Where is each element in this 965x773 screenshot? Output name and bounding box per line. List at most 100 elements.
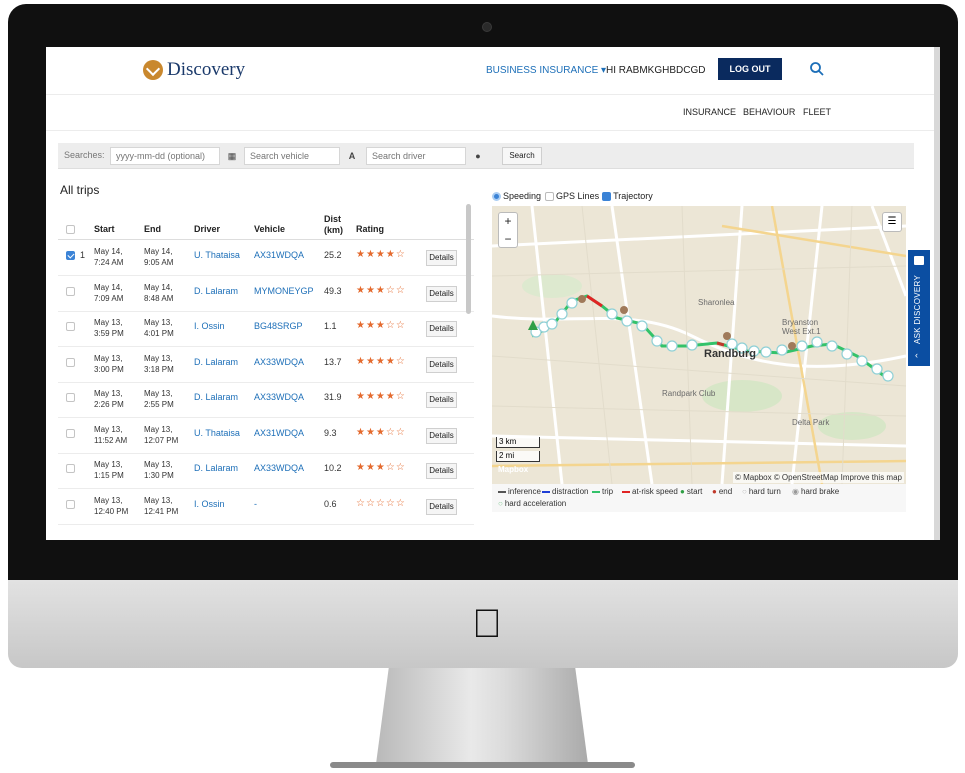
trajectory-checkbox[interactable] [602,191,612,201]
trip-end: May 13, 4:01 PM [144,318,174,338]
vehicle-link[interactable]: AX31WDQA [254,428,304,439]
speeding-label: Speeding [503,191,542,201]
search-label: Searches: [64,150,105,160]
driver-link[interactable]: D. Lalaram [194,357,238,368]
date-input[interactable] [110,147,220,165]
driver-icon[interactable]: ● [468,147,488,165]
driver-link[interactable]: I. Ossin [194,321,225,332]
legend-hard-turn: ○ hard turn [742,487,781,496]
scale-km: 3 km [496,437,540,448]
table-scrollbar[interactable] [466,204,471,314]
trip-rating: ★★★★☆ [356,249,406,260]
details-button[interactable]: Details [426,427,457,444]
trip-end: May 13, 3:18 PM [144,353,174,374]
trip-start: May 13, 3:00 PM [94,353,124,374]
gps-lines-checkbox[interactable] [545,191,555,201]
vehicle-search-input[interactable] [244,147,340,165]
select-all-checkbox[interactable] [66,225,75,234]
driver-link[interactable]: I. Ossin [194,499,225,510]
map-label-sharonlea: Sharonlea [698,298,735,307]
row-checkbox[interactable] [66,428,75,438]
col-dist[interactable]: Dist (km) [324,214,350,236]
col-vehicle[interactable]: Vehicle [254,224,285,234]
details-button[interactable]: Details [426,463,457,479]
table-row[interactable]: May 14, 7:09 AM May 14, 8:48 AM D. Lalaram MY… [58,277,474,312]
layers-icon[interactable]: ☰ [882,212,902,232]
apple-logo-icon:  [472,604,502,644]
gps-lines-label: GPS Lines [556,191,600,201]
trips-table: Start End Driver Vehicle Dist (km) Ratin… [58,202,474,537]
zoom-out-button[interactable]: − [499,231,517,249]
nav-behaviour[interactable]: BEHAVIOUR [743,107,795,117]
col-driver[interactable]: Driver [194,224,220,234]
search-button[interactable]: Search [502,147,542,165]
calendar-icon[interactable]: ▦ [222,147,242,165]
driver-link[interactable]: D. Lalaram [194,392,238,403]
trip-map[interactable]: Sharonlea Bryanston West Ext.1 Randburg … [492,206,906,484]
map-attribution[interactable]: © Mapbox © OpenStreetMap Improve this ma… [733,472,904,483]
driver-link[interactable]: U. Thataisa [194,428,240,439]
col-start[interactable]: Start [94,224,115,234]
vehicle-link[interactable]: AX31WDQA [254,250,304,261]
details-button[interactable]: Details [426,321,457,337]
vehicle-link[interactable]: AX33WDQA [254,357,304,368]
nav-insurance[interactable]: INSURANCE [683,107,736,117]
table-row[interactable]: 1 May 14, 7:24 AM May 14, 9:05 AM U. Thataisa… [58,241,474,276]
driver-link[interactable]: D. Lalaram [194,286,238,297]
map-options: Speeding GPS Lines Trajectory [492,191,653,201]
row-checkbox[interactable] [66,322,75,331]
vehicle-link[interactable]: - [254,499,257,510]
table-row[interactable]: May 13, 11:52 AM May 13, 12:07 PM U. Thatais… [58,419,474,454]
search-icon[interactable] [809,61,825,77]
row-checkbox[interactable] [66,499,75,509]
legend-distraction: distraction [542,487,588,496]
table-row[interactable]: May 13, 12:40 PM May 13, 12:41 PM I. Ossin - 0… [58,490,474,525]
table-header: Start End Driver Vehicle Dist (km) Ratin… [58,202,474,240]
zoom-in-button[interactable]: + [499,213,517,231]
business-insurance-menu[interactable]: BUSINESS INSURANCE ▾ [486,65,606,76]
col-end[interactable]: End [144,224,161,234]
vehicle-link[interactable]: MYMONEYGP [254,286,314,297]
vehicle-icon[interactable]: A [342,147,362,165]
table-row[interactable]: May 13, 2:26 PM May 13, 2:55 PM D. Lalaram AX… [58,383,474,418]
driver-search-input[interactable] [366,147,466,165]
table-row[interactable]: May 13, 3:00 PM May 13, 3:18 PM D. Lalaram AX… [58,348,474,383]
monitor-stand-base [330,762,635,768]
trip-end: May 14, 8:48 AM [144,282,174,303]
vehicle-link[interactable]: AX33WDQA [254,392,304,403]
col-rating[interactable]: Rating [356,224,384,234]
discovery-logo[interactable]: Discovery [143,59,245,81]
details-button[interactable]: Details [426,498,457,515]
speeding-radio[interactable] [492,191,501,201]
driver-link[interactable]: D. Lalaram [194,463,238,474]
row-checkbox[interactable] [66,357,75,367]
details-button[interactable]: Details [426,250,457,266]
trip-start: May 13, 2:26 PM [94,389,124,409]
chat-icon [914,256,924,265]
trip-start: May 14, 7:09 AM [94,282,124,303]
vehicle-link[interactable]: BG48SRGP [254,321,303,332]
table-row[interactable]: May 13, 3:59 PM May 13, 4:01 PM I. Ossin BG48… [58,312,474,347]
details-button[interactable]: Details [426,356,457,373]
row-checkbox[interactable] [66,251,75,260]
vehicle-link[interactable]: AX33WDQA [254,463,304,474]
trip-distance: 0.6 [324,498,337,509]
nav-fleet[interactable]: FLEET [803,107,831,117]
ask-discovery-tab[interactable]: ASK DISCOVERY ‹ [908,250,930,366]
chevron-left-icon: ‹ [915,350,918,360]
trip-distance: 25.2 [324,250,342,260]
legend-hard-acceleration: ○ hard acceleration [498,499,567,508]
mapbox-logo[interactable]: Mapbox [498,465,528,474]
row-checkbox[interactable] [66,464,75,473]
table-row[interactable]: May 13, 1:15 PM May 13, 1:30 PM D. Lalaram AX… [58,454,474,489]
row-checkbox[interactable] [66,286,75,296]
row-checkbox[interactable] [66,393,75,402]
map-canvas [492,206,906,484]
details-button[interactable]: Details [426,392,457,408]
start-pin-icon: ● [680,487,685,496]
driver-link[interactable]: U. Thataisa [194,250,240,261]
logout-button[interactable]: LOG OUT [718,58,782,80]
row-index: 1 [80,250,86,260]
details-button[interactable]: Details [426,285,457,302]
all-trips-heading: All trips [60,183,100,197]
